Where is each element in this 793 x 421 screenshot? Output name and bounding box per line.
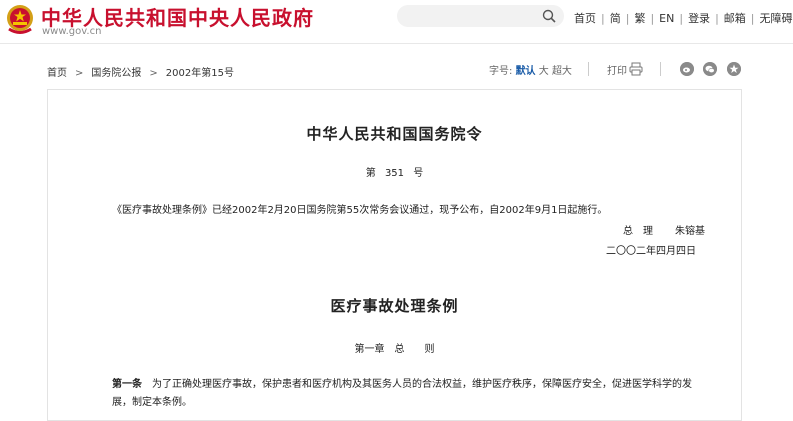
- nav-mail[interactable]: 邮箱: [724, 12, 746, 25]
- nav-divider: |: [715, 12, 719, 25]
- print-button[interactable]: 打印: [607, 62, 627, 77]
- nav-divider: |: [679, 12, 684, 25]
- site-header: 中华人民共和国中央人民政府 www.gov.cn 首页 | 简 | 繁 | EN | 登录 | 邮箱…: [0, 0, 793, 44]
- wechat-icon[interactable]: [703, 62, 717, 76]
- header-divider: [0, 43, 793, 44]
- printer-icon[interactable]: [629, 62, 643, 76]
- chevron-right-icon: >: [149, 68, 158, 79]
- article-text: 为了正确处理医疗事故，保护患者和医疗机构及其医务人员的合法权益，维护医疗秩序，保…: [112, 379, 692, 408]
- favorite-icon[interactable]: [727, 62, 741, 76]
- decree-number: 第 351 号: [365, 168, 424, 179]
- top-nav: 首页 | 简 | 繁 | EN | 登录 | 邮箱 | 无障碍: [574, 10, 793, 26]
- nav-divider: |: [625, 12, 630, 25]
- nav-divider: |: [601, 12, 605, 25]
- nav-login[interactable]: 登录: [688, 12, 710, 25]
- nav-home[interactable]: 首页: [574, 12, 596, 25]
- toolbar-divider: [660, 62, 661, 76]
- signer-name: 朱镕基: [675, 226, 705, 237]
- nav-accessibility[interactable]: 无障碍: [760, 12, 793, 25]
- article-number: 第一条: [112, 379, 142, 390]
- nav-divider: |: [750, 12, 755, 25]
- nav-simplified[interactable]: 简: [610, 12, 621, 25]
- sign-date: 二〇〇二年四月四日: [606, 246, 696, 257]
- font-size-tools: 字号: 默认 大 超大: [489, 62, 572, 77]
- search-input[interactable]: [407, 8, 531, 26]
- search-icon[interactable]: [542, 9, 556, 23]
- breadcrumb-issue[interactable]: 2002年第15号: [166, 68, 234, 79]
- font-large-button[interactable]: 大: [539, 66, 549, 77]
- breadcrumb-gazette[interactable]: 国务院公报: [91, 68, 141, 79]
- weibo-icon[interactable]: [680, 62, 694, 76]
- chevron-right-icon: >: [75, 68, 84, 79]
- national-emblem-icon[interactable]: [5, 3, 35, 36]
- nav-divider: |: [650, 12, 655, 25]
- nav-traditional[interactable]: 繁: [634, 12, 645, 25]
- decree-intro: 《医疗事故处理条例》已经2002年2月20日国务院第55次常务会议通过，现予公布…: [112, 205, 608, 216]
- signer-line: 总 理 朱镕基: [623, 222, 705, 237]
- chapter-heading: 第一章 总 则: [354, 344, 435, 355]
- font-size-label: 字号:: [489, 66, 513, 77]
- breadcrumb-home[interactable]: 首页: [47, 68, 67, 79]
- site-url: www.gov.cn: [42, 26, 102, 37]
- decree-title: 中华人民共和国国务院令: [306, 125, 483, 143]
- signer-title: 总 理: [623, 226, 653, 237]
- font-xlarge-button[interactable]: 超大: [552, 66, 572, 77]
- article-card: 中华人民共和国国务院令 第 351 号 《医疗事故处理条例》已经2002年2月2…: [47, 89, 742, 421]
- search-box: [397, 5, 564, 27]
- font-default-button[interactable]: 默认: [516, 66, 536, 77]
- regulation-title: 医疗事故处理条例: [330, 297, 459, 315]
- breadcrumb: 首页 > 国务院公报 >2002年第15号: [47, 64, 234, 79]
- toolbar-divider: [588, 62, 589, 76]
- nav-english[interactable]: EN: [659, 12, 674, 25]
- article-paragraph: 第一条 为了正确处理医疗事故，保护患者和医疗机构及其医务人员的合法权益，维护医疗秩…: [112, 376, 702, 412]
